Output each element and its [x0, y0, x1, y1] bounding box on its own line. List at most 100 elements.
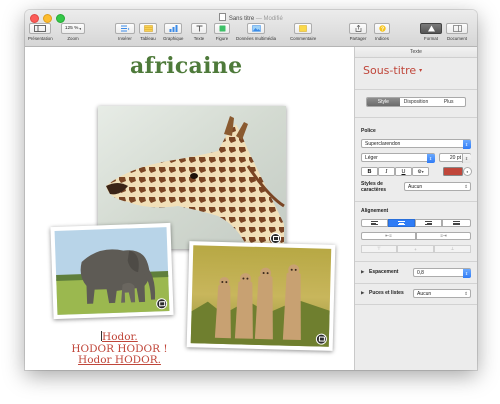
toolbar: Sans titre — Modifié Présentation 125 % ▾… [25, 10, 477, 47]
insert-label: Insérer [118, 36, 132, 41]
chevron-updown-icon: ⇕ [462, 268, 471, 278]
insert-button[interactable]: Insérer [115, 23, 135, 41]
body-line-1-text: Hodor. [102, 331, 138, 343]
share-icon [349, 23, 367, 34]
valign-bottom-button[interactable]: ⊥ [434, 245, 471, 253]
meerkats-photo[interactable] [186, 241, 336, 351]
char-styles-label: Styles de caractères [361, 181, 387, 193]
window-title-text: Sans titre [228, 16, 255, 22]
spacing-value: 0,8 [417, 270, 424, 276]
bullets-value: Aucun [417, 291, 432, 297]
text-color-well[interactable] [443, 167, 463, 176]
shape-button[interactable]: Figure [214, 23, 230, 41]
valign-middle-button[interactable]: + [397, 245, 434, 253]
divider [355, 283, 477, 284]
tips-label: Indices [375, 36, 389, 41]
body-line-3: Hodor HODOR. [67, 354, 172, 367]
disclosure-triangle-icon[interactable]: ▶ [361, 290, 364, 296]
italic-button[interactable]: I [378, 167, 395, 176]
tips-button[interactable]: ? Indices [374, 23, 390, 41]
divider [355, 261, 477, 262]
media-label: Données multimédia [236, 36, 277, 41]
format-icon [420, 23, 442, 34]
spacing-label[interactable]: Espacement [369, 269, 398, 275]
font-family-select[interactable]: Superclarendon ⇕ [361, 139, 471, 149]
comment-icon [294, 23, 313, 34]
table-button[interactable]: Tableau [139, 23, 157, 41]
chart-button[interactable]: Graphique [163, 23, 184, 41]
bullets-select[interactable]: Aucun ⇕ [413, 289, 471, 298]
zoom-control[interactable]: 125 % ▾ Zoom [61, 23, 85, 41]
comment-button[interactable]: Commentaire [290, 23, 316, 41]
divider [355, 117, 477, 118]
document-heading[interactable]: africaine [130, 53, 242, 79]
divider [355, 89, 477, 90]
zoom-value: 125 % [64, 26, 79, 31]
disclosure-triangle-icon[interactable]: ▶ [361, 269, 364, 275]
underline-button[interactable]: U [395, 167, 412, 176]
paragraph-style-popup[interactable]: Sous-titre ▾ [363, 64, 422, 77]
font-weight-value: Léger [365, 155, 378, 161]
align-center-button[interactable] [388, 219, 415, 227]
justify-button[interactable] [442, 219, 471, 227]
document-icon [219, 13, 227, 21]
font-size-value: 20 pt [449, 155, 461, 161]
window-edited-status: — Modifié [255, 16, 283, 22]
sidebar-tab-text[interactable]: Texte [355, 47, 477, 58]
sidebar-segmented-control: Style Disposition Plus [366, 97, 466, 107]
share-button[interactable]: Partager [349, 23, 367, 41]
text-label: Texte [193, 36, 205, 41]
elephant-photo[interactable] [50, 222, 174, 320]
presentation-button[interactable]: Présentation [28, 23, 53, 41]
alignment-section-header: Alignement [361, 208, 389, 214]
chart-icon [164, 23, 183, 34]
text-icon [191, 23, 207, 34]
increase-indent-button[interactable]: ≡⇥ [416, 232, 471, 240]
window-title: Sans titre — Modifié [25, 13, 477, 22]
text-button[interactable]: Texte [191, 23, 207, 41]
segment-more[interactable]: Plus [432, 98, 465, 106]
text-options-button[interactable]: ⚙▾ [412, 167, 429, 176]
comment-label: Commentaire [290, 36, 317, 41]
shape-icon [214, 23, 230, 34]
format-button[interactable]: Format [420, 23, 442, 41]
shape-label: Figure [215, 36, 229, 41]
document-canvas[interactable]: africaine Hodor. HODOR HODOR ! Hodor HOD… [25, 47, 354, 370]
segment-style[interactable]: Style [367, 98, 400, 106]
divider [355, 304, 477, 305]
elephant-image [54, 227, 170, 315]
table-icon [139, 23, 157, 34]
chevron-updown-icon: ⇕ [464, 291, 468, 296]
bullets-label[interactable]: Puces et listes [369, 290, 404, 296]
align-right-button[interactable] [415, 219, 442, 227]
font-size-field[interactable]: 20 pt ⇕ [439, 153, 471, 163]
meerkats-image [190, 245, 332, 347]
font-weight-select[interactable]: Léger ⇕ [361, 153, 435, 163]
app-window: Sans titre — Modifié Présentation 125 % ▾… [25, 10, 477, 370]
table-label: Tableau [140, 36, 156, 41]
media-icon [247, 23, 266, 34]
media-button[interactable]: Données multimédia [236, 23, 276, 41]
zoom-label: Zoom [67, 36, 79, 41]
svg-text:?: ? [380, 26, 383, 32]
char-styles-select[interactable]: Aucun ⇕ [404, 182, 471, 191]
share-label: Partager [349, 36, 367, 41]
zoom-select[interactable]: 125 % ▾ [61, 23, 85, 34]
body-text-block[interactable]: Hodor. HODOR HODOR ! Hodor HODOR. [67, 331, 172, 367]
chevron-updown-icon: ⇕ [426, 153, 435, 163]
stepper-icon[interactable]: ⇕ [461, 153, 471, 163]
align-left-button[interactable] [361, 219, 388, 227]
font-family-value: Superclarendon [365, 141, 401, 147]
document-button[interactable]: Document [446, 23, 468, 41]
valign-top-button[interactable]: ⊤ [361, 245, 397, 253]
bold-button[interactable]: B [361, 167, 378, 176]
char-styles-value: Aucun [408, 184, 423, 190]
spacing-select[interactable]: 0,8 ⇕ [413, 268, 471, 278]
chevron-down-icon: ▾ [419, 67, 423, 74]
tips-icon: ? [374, 23, 390, 34]
color-wheel-icon[interactable]: ◐ [463, 167, 472, 176]
decrease-indent-button[interactable]: ⇤≡ [361, 232, 416, 240]
segment-layout[interactable]: Disposition [400, 98, 433, 106]
chevron-updown-icon: ⇕ [462, 139, 471, 149]
presentation-label: Présentation [28, 36, 53, 41]
